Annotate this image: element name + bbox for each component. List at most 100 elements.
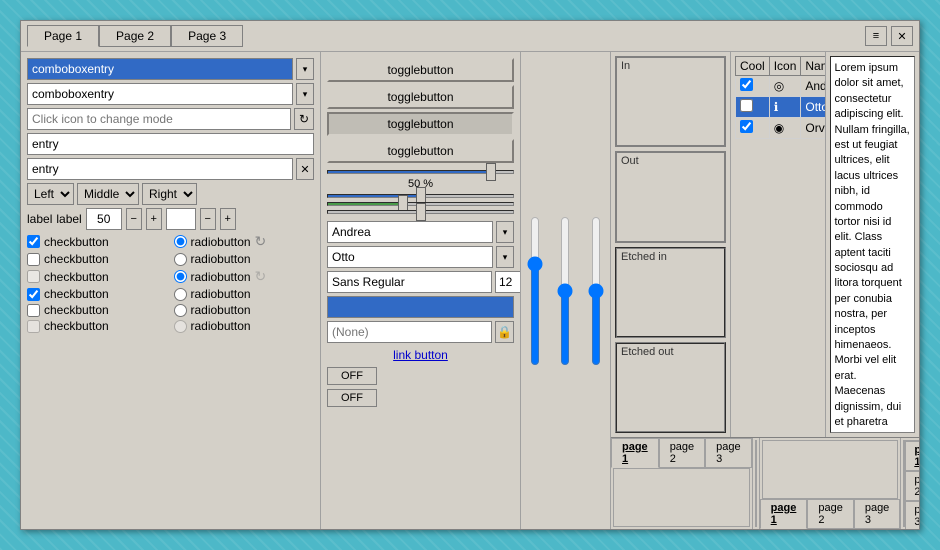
radio-1[interactable] [174, 235, 187, 248]
align-right-select[interactable]: Right [142, 183, 197, 205]
bottom-nb1-tabs: page 1 page 2 page 3 [611, 438, 752, 468]
vert-slider-3[interactable] [586, 216, 606, 366]
switch-1[interactable]: OFF [327, 367, 377, 385]
radio-6[interactable] [174, 320, 187, 333]
password-input[interactable] [327, 321, 492, 343]
combo2-btn[interactable]: ▾ [296, 83, 314, 105]
radio-5[interactable] [174, 304, 187, 317]
bnb1-tab2[interactable]: page 2 [659, 438, 705, 468]
clear-icon[interactable]: ✕ [296, 158, 314, 180]
color-plus-btn[interactable]: + [220, 208, 236, 230]
right-area: In Out Etched in Etched out [611, 52, 919, 529]
bottom-nb1-content [613, 468, 750, 527]
checkbox-3[interactable] [27, 270, 40, 283]
table-row-3[interactable]: ◉ Orville Reden... [736, 118, 825, 139]
radio-label-5: radiobutton [191, 303, 251, 317]
color-bar[interactable] [327, 296, 514, 318]
refresh-icon[interactable]: ↻ [294, 108, 314, 130]
font-size-input[interactable] [495, 271, 521, 293]
radio-item-3: radiobutton ↻ [174, 268, 315, 285]
align-left-select[interactable]: Left [27, 183, 74, 205]
row2-check[interactable] [740, 99, 753, 112]
combo-otto-input[interactable] [327, 246, 493, 268]
checkbox-label-4: checkbutton [44, 287, 109, 301]
table-row-2[interactable]: ℹ Otto chaotic [736, 97, 825, 118]
bottom-nb4: page 1 page 2 page 3 [901, 438, 919, 529]
icon-entry-input[interactable] [27, 108, 291, 130]
switch-2[interactable]: OFF [327, 389, 377, 407]
combo-select-row-2: ▾ [327, 246, 514, 268]
checkbox-label-1: checkbutton [44, 235, 109, 249]
checkbox-6[interactable] [27, 320, 40, 333]
row1-check[interactable] [740, 78, 753, 91]
combo-andrea-btn[interactable]: ▾ [496, 221, 514, 243]
check-item-4: checkbutton [27, 287, 168, 301]
radio-item-1: radiobutton ↻ [174, 233, 315, 250]
main-window: Page 1 Page 2 Page 3 ≡ ✕ ▾ ▾ ↻ [20, 20, 920, 530]
vert-slider-1[interactable] [525, 216, 545, 366]
radio-item-4: radiobutton [174, 287, 315, 301]
combo1-btn[interactable]: ▾ [296, 58, 314, 80]
bnb4-tab1[interactable]: page 1 [905, 441, 919, 471]
vert-slider-2[interactable] [555, 216, 575, 366]
combo-otto-btn[interactable]: ▾ [496, 246, 514, 268]
checkbox-1[interactable] [27, 235, 40, 248]
bottom-nb4-sidetabs: page 1 page 2 page 3 [905, 440, 919, 527]
align-middle-select[interactable]: Middle [77, 183, 139, 205]
label-spin-row: label label − + − + [27, 208, 314, 230]
lock-icon[interactable]: 🔒 [495, 321, 514, 343]
bnb4-tab2[interactable]: page 2 [905, 471, 919, 501]
tab-page1[interactable]: Page 1 [27, 25, 99, 47]
checkbox-2[interactable] [27, 253, 40, 266]
radio-4[interactable] [174, 288, 187, 301]
menu-button[interactable]: ≡ [865, 26, 887, 46]
color-box[interactable] [166, 208, 196, 230]
toggle-btn-2[interactable]: togglebutton [327, 85, 514, 109]
mid-panel: togglebutton togglebutton togglebutton t… [321, 52, 521, 529]
toggle-btn-1[interactable]: togglebutton [327, 58, 514, 82]
bnb3-tab2[interactable]: page 2 [807, 499, 853, 529]
bnb3-tab3[interactable]: page 3 [854, 499, 900, 529]
close-button[interactable]: ✕ [891, 26, 913, 46]
tab-page2[interactable]: Page 2 [99, 25, 171, 47]
bnb4-tab3[interactable]: page 3 [905, 501, 919, 529]
tab-bar: Page 1 Page 2 Page 3 [27, 25, 243, 47]
slider-1[interactable] [327, 170, 514, 174]
bnb1-tab1[interactable]: page 1 [611, 438, 659, 468]
font-name-input[interactable] [327, 271, 492, 293]
vert-slider-wrap-2 [553, 58, 577, 523]
horiz-sliders: 50 % [327, 166, 514, 218]
checkradio-grid: checkbutton radiobutton ↻ checkbutton ra… [27, 233, 314, 333]
lorem-text-area[interactable]: Lorem ipsum dolor sit amet, consectetur … [830, 56, 916, 433]
link-button[interactable]: link button [327, 346, 514, 364]
combo1-input[interactable] [27, 58, 293, 80]
entry2-input[interactable] [27, 158, 293, 180]
tab-page3[interactable]: Page 3 [171, 25, 243, 47]
row3-check[interactable] [740, 120, 753, 133]
slider-4[interactable] [327, 210, 514, 214]
check-item-1: checkbutton [27, 233, 168, 250]
bnb3-tab1[interactable]: page 1 [760, 499, 808, 529]
bottom-area: page 1 page 2 page 3 page 1 page 2 [611, 437, 919, 529]
color-minus-btn[interactable]: − [200, 208, 216, 230]
frame-etched-in: Etched in [615, 247, 726, 338]
bnb1-tab3[interactable]: page 3 [705, 438, 751, 468]
col-cool: Cool [736, 57, 770, 76]
toggle-btn-3[interactable]: togglebutton [327, 112, 514, 136]
combo2-input[interactable] [27, 83, 293, 105]
spin-minus-btn[interactable]: − [126, 208, 142, 230]
spin-input[interactable] [86, 208, 122, 230]
combo-andrea-input[interactable] [327, 221, 493, 243]
toggle-btn-4[interactable]: togglebutton [327, 139, 514, 163]
checkbox-label-6: checkbutton [44, 319, 109, 333]
check-item-3: checkbutton [27, 268, 168, 285]
bottom-nb1: page 1 page 2 page 3 [611, 438, 753, 529]
right-top: In Out Etched in Etched out [611, 52, 919, 437]
checkbox-5[interactable] [27, 304, 40, 317]
checkbox-4[interactable] [27, 288, 40, 301]
table-row-1[interactable]: ◎ Andrea Cimi [736, 76, 825, 97]
entry1-input[interactable] [27, 133, 314, 155]
radio-3[interactable] [174, 270, 187, 283]
radio-2[interactable] [174, 253, 187, 266]
spin-plus-btn[interactable]: + [146, 208, 162, 230]
